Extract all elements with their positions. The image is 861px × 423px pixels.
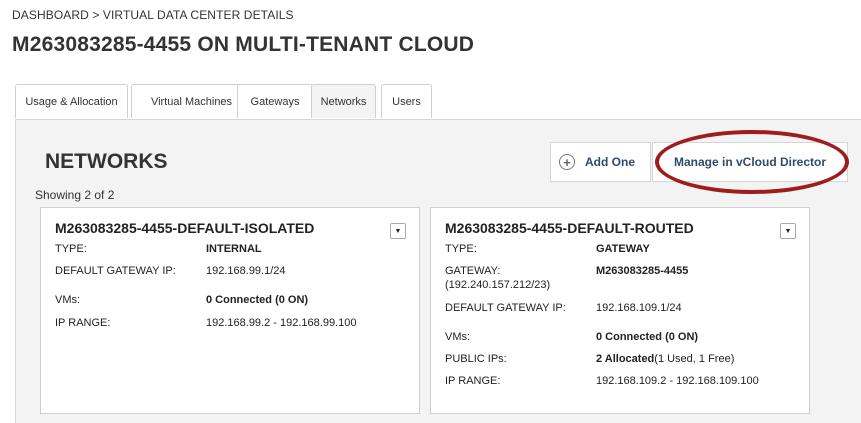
network-card-title: M263083285-4455-DEFAULT-ROUTED	[445, 220, 694, 236]
ip-range-value: 192.168.109.2 - 192.168.109.100	[596, 375, 759, 387]
vms-label: VMs:	[445, 331, 471, 343]
tab-networks[interactable]: Networks	[311, 84, 376, 118]
public-ips-allocated: 2 Allocated	[596, 353, 655, 365]
default-gateway-value: 192.168.99.1/24	[206, 265, 286, 277]
gateway-label: GATEWAY:	[445, 265, 501, 277]
tab-usage-allocation[interactable]: Usage & Allocation	[15, 84, 128, 118]
gateway-value[interactable]: M263083285-4455	[596, 265, 688, 277]
default-gateway-label: DEFAULT GATEWAY IP:	[445, 302, 566, 314]
tab-gateways[interactable]: Gateways	[237, 84, 313, 118]
caret-down-icon[interactable]: ▼	[390, 223, 406, 239]
public-ips-detail: (1 Used, 1 Free)	[654, 353, 735, 365]
manage-vcloud-director-button[interactable]: Manage in vCloud Director	[652, 142, 848, 182]
public-ips-label: PUBLIC IPs:	[445, 353, 507, 365]
type-value: INTERNAL	[206, 243, 262, 255]
gateway-ip-subtext: (192.240.157.212/23)	[445, 279, 551, 291]
network-card-isolated: M263083285-4455-DEFAULT-ISOLATED ▼ TYPE:…	[40, 207, 420, 414]
type-value: GATEWAY	[596, 243, 650, 255]
vms-value: 0 Connected (0 ON)	[206, 294, 309, 306]
add-network-label: Add One	[585, 155, 635, 169]
plus-circle-icon: +	[559, 154, 575, 170]
network-card-routed: M263083285-4455-DEFAULT-ROUTED ▼ TYPE: G…	[430, 207, 810, 414]
vms-label: VMs:	[55, 294, 81, 306]
page-title: M263083285-4455 ON MULTI-TENANT CLOUD	[12, 33, 475, 56]
section-heading: NETWORKS	[45, 150, 168, 173]
network-card-title: M263083285-4455-DEFAULT-ISOLATED	[55, 220, 315, 236]
add-network-button[interactable]: + Add One	[550, 142, 651, 182]
caret-down-icon[interactable]: ▼	[780, 223, 796, 239]
ip-range-value: 192.168.99.2 - 192.168.99.100	[206, 317, 357, 329]
tab-users[interactable]: Users	[381, 84, 432, 118]
manage-vcloud-label: Manage in vCloud Director	[673, 155, 827, 169]
type-label: TYPE:	[445, 243, 477, 255]
ip-range-label: IP RANGE:	[55, 317, 111, 329]
showing-count: Showing 2 of 2	[35, 188, 115, 202]
type-label: TYPE:	[55, 243, 87, 255]
breadcrumb[interactable]: DASHBOARD > VIRTUAL DATA CENTER DETAILS	[12, 8, 294, 22]
default-gateway-label: DEFAULT GATEWAY IP:	[55, 265, 176, 277]
vms-value: 0 Connected (0 ON)	[596, 331, 699, 343]
public-ips-value: 2 Allocated(1 Used, 1 Free)	[596, 353, 734, 365]
default-gateway-value: 192.168.109.1/24	[596, 302, 682, 314]
ip-range-label: IP RANGE:	[445, 375, 501, 387]
tab-virtual-machines[interactable]: Virtual Machines	[131, 84, 252, 118]
